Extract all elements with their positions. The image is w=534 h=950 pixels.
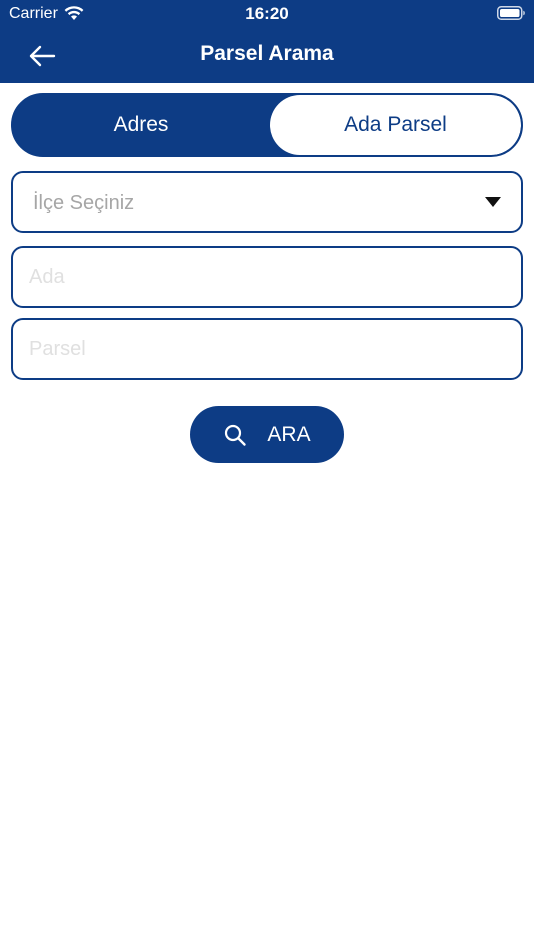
search-icon <box>225 424 247 446</box>
status-bar: Carrier 16:20 <box>0 0 534 28</box>
segment-adres[interactable]: Adres <box>13 95 269 155</box>
navigation-bar: Parsel Arama <box>0 28 534 83</box>
status-time: 16:20 <box>245 4 289 23</box>
caret-down-icon <box>485 197 501 207</box>
page-title: Parsel Arama <box>200 42 334 65</box>
parsel-input[interactable] <box>11 318 523 380</box>
search-mode-segment: Adres Ada Parsel <box>11 93 523 157</box>
district-select-value: İlçe Seçiniz <box>33 192 135 214</box>
battery-icon <box>497 6 525 20</box>
ada-input[interactable] <box>11 246 523 308</box>
app-header: Carrier 16:20 Parsel Arama <box>0 0 534 83</box>
district-select[interactable]: İlçe Seçiniz <box>11 171 523 233</box>
search-button-label: ARA <box>267 422 311 446</box>
segment-ada-parsel[interactable]: Ada Parsel <box>270 95 521 155</box>
search-button[interactable]: ARA <box>190 406 344 463</box>
